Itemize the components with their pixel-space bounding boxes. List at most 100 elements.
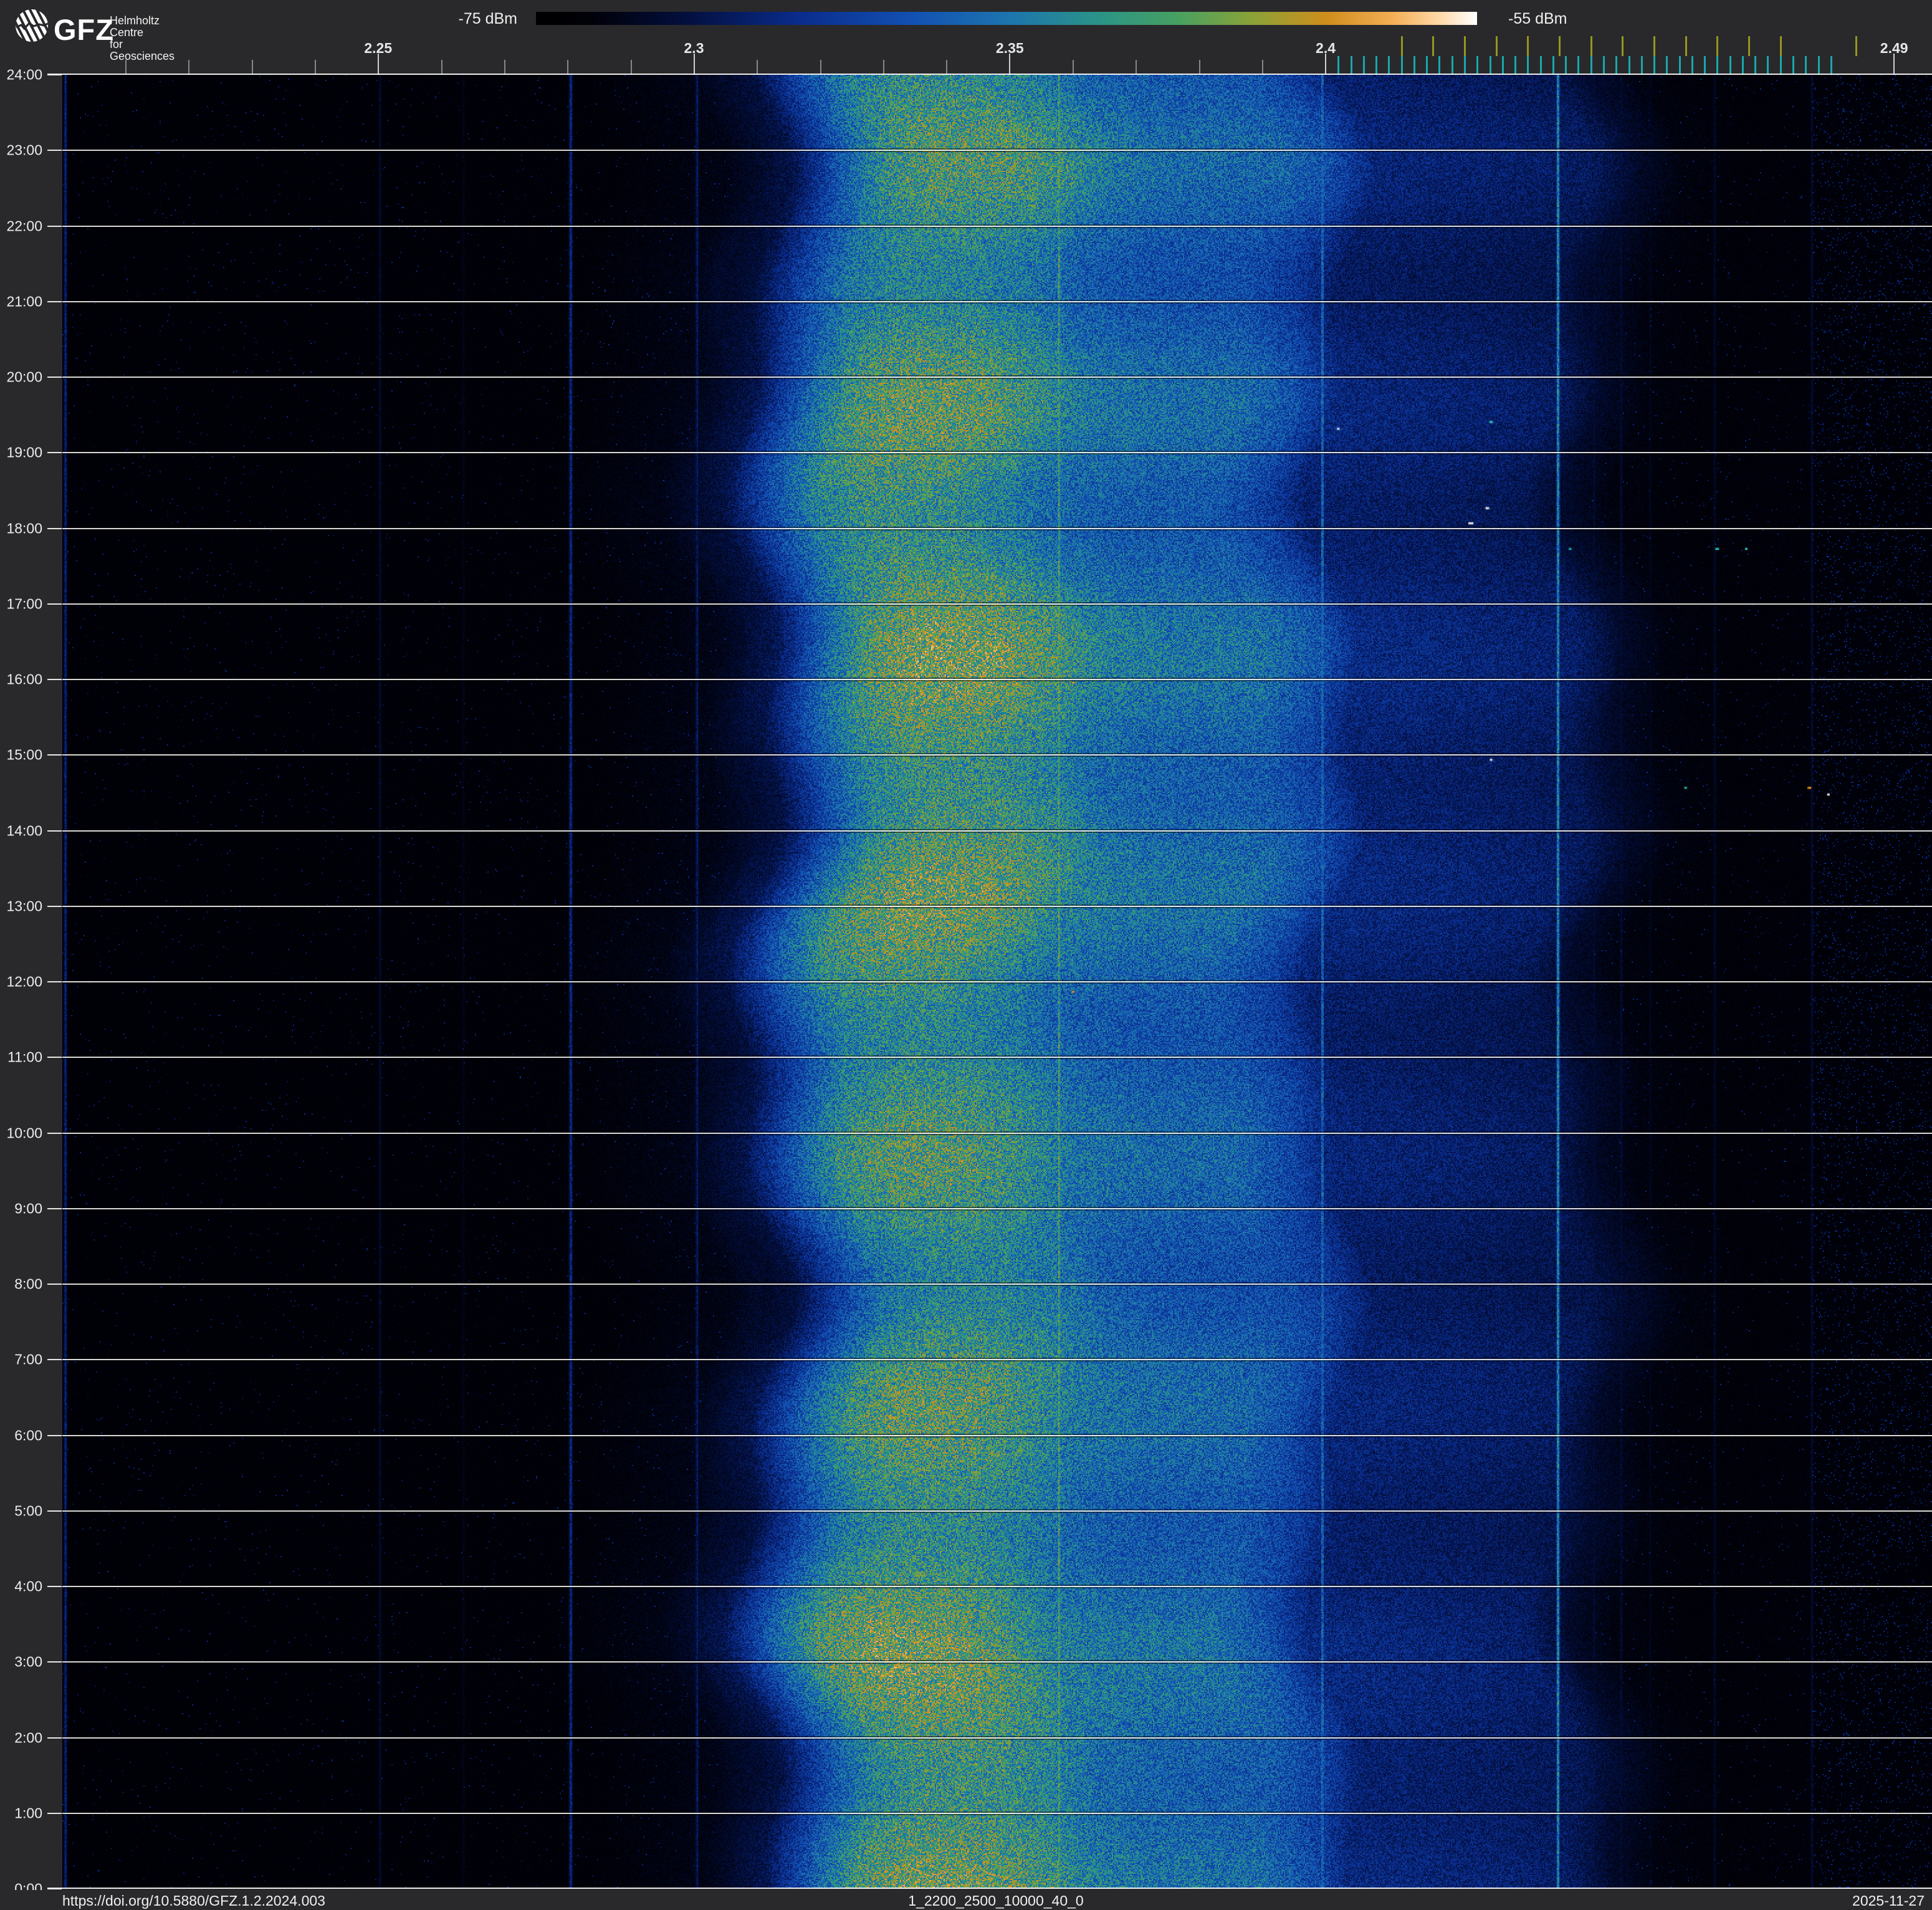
bluetooth-channel-tick [1426,56,1428,75]
hour-tick [47,754,62,756]
footer-bar: https://doi.org/10.5880/GFZ.1.2.2024.003… [0,1890,1932,1910]
wifi-channel-tick [1748,36,1751,56]
bluetooth-channel-tick [1388,56,1390,75]
bluetooth-channel-tick [1640,56,1643,75]
bluetooth-channel-tick [1653,56,1656,75]
hour-tick [47,1132,62,1134]
wifi-channel-tick [1855,36,1858,56]
bluetooth-channel-tick [1539,56,1542,75]
wifi-channel-tick [1432,36,1435,56]
date-label: 2025-11-27 [1852,1893,1925,1909]
hour-tick [47,1812,62,1814]
hour-tick [47,1207,62,1209]
hour-tick [47,452,62,454]
hour-label: 1:00 [14,1805,42,1821]
hour-label: 18:00 [6,520,42,536]
spectrogram-page: GFZ Helmholtz Centre for Geosciences -75… [0,0,1932,1910]
frequency-axis: 2.25 2.3 2.35 2.4 2.49 [0,0,1932,75]
hour-label: 21:00 [6,293,42,310]
bluetooth-channel-tick [1501,56,1504,75]
freq-tick-label: 2.3 [684,40,704,56]
hour-tick [47,603,62,605]
wifi-channel-tick [1590,36,1592,56]
bluetooth-channel-tick [1779,56,1782,75]
bluetooth-channel-tick [1514,56,1517,75]
bluetooth-channel-tick [1817,56,1820,75]
hour-tick [47,1510,62,1512]
hour-label: 22:00 [6,218,42,234]
hour-label: 10:00 [6,1125,42,1141]
wifi-channel-tick [1622,36,1624,56]
bluetooth-channel-tick [1754,56,1757,75]
freq-minor-tick [1136,60,1137,75]
freq-minor-tick [1198,60,1200,75]
freq-minor-tick [314,60,316,75]
hour-label: 9:00 [14,1200,42,1217]
bluetooth-channel-tick [1565,56,1567,75]
bluetooth-channel-tick [1527,56,1529,75]
hour-label: 19:00 [6,444,42,461]
freq-minor-tick [188,60,190,75]
bluetooth-channel-tick [1830,56,1832,75]
bluetooth-channel-tick [1666,56,1668,75]
hour-label: 17:00 [6,595,42,612]
hour-tick [47,905,62,907]
bluetooth-channel-tick [1678,56,1681,75]
freq-major-tick [377,54,379,75]
bluetooth-channel-tick [1350,56,1352,75]
bluetooth-channel-tick [1552,56,1554,75]
doi-label: https://doi.org/10.5880/GFZ.1.2.2024.003 [62,1893,325,1909]
bluetooth-channel-tick [1337,56,1340,75]
hour-tick [47,981,62,982]
hour-label: 2:00 [14,1729,42,1745]
hour-label: 20:00 [6,368,42,385]
hour-label: 15:00 [6,746,42,763]
freq-tick-label: 2.35 [995,40,1024,56]
bluetooth-channel-tick [1413,56,1415,75]
freq-major-tick [1325,54,1327,75]
hour-label: 16:00 [6,671,42,688]
wifi-channel-tick [1779,36,1782,56]
freq-tick-label: 2.49 [1880,40,1908,56]
freq-minor-tick [567,60,569,75]
hour-tick [47,527,62,529]
bluetooth-channel-tick [1716,56,1719,75]
freq-minor-tick [504,60,505,75]
hour-label: 11:00 [7,1049,42,1065]
hour-tick [47,1586,62,1587]
freq-minor-tick [441,60,442,75]
hour-tick [47,377,62,378]
bluetooth-channel-tick [1476,56,1479,75]
bluetooth-channel-tick [1602,56,1605,75]
hour-label: 13:00 [6,898,42,914]
hour-label: 4:00 [14,1578,42,1595]
wifi-channel-tick [1559,36,1561,56]
bluetooth-channel-tick [1489,56,1491,75]
hour-tick [47,830,62,832]
hour-label: 23:00 [6,142,42,158]
freq-major-tick [1893,54,1895,75]
bluetooth-channel-tick [1805,56,1807,75]
hour-tick [47,1888,62,1889]
hour-tick [47,1661,62,1663]
bluetooth-channel-tick [1741,56,1744,75]
freq-minor-tick [946,60,948,75]
freq-minor-tick [1262,60,1264,75]
freq-minor-tick [757,60,758,75]
freq-tick-label: 2.4 [1316,40,1336,56]
bluetooth-channel-tick [1590,56,1592,75]
hour-label: 6:00 [14,1427,42,1443]
freq-tick-label: 2.25 [364,40,393,56]
bluetooth-channel-tick [1400,56,1403,75]
bluetooth-channel-tick [1767,56,1769,75]
hour-tick [47,1737,62,1739]
freq-minor-tick [125,60,127,75]
freq-minor-tick [1073,60,1074,75]
freq-minor-tick [251,60,253,75]
hour-tick [47,1434,62,1436]
bluetooth-channel-tick [1628,56,1630,75]
hour-tick [47,225,62,227]
wifi-channel-tick [1400,36,1403,56]
freq-minor-tick [630,60,632,75]
hour-tick [47,1284,62,1285]
